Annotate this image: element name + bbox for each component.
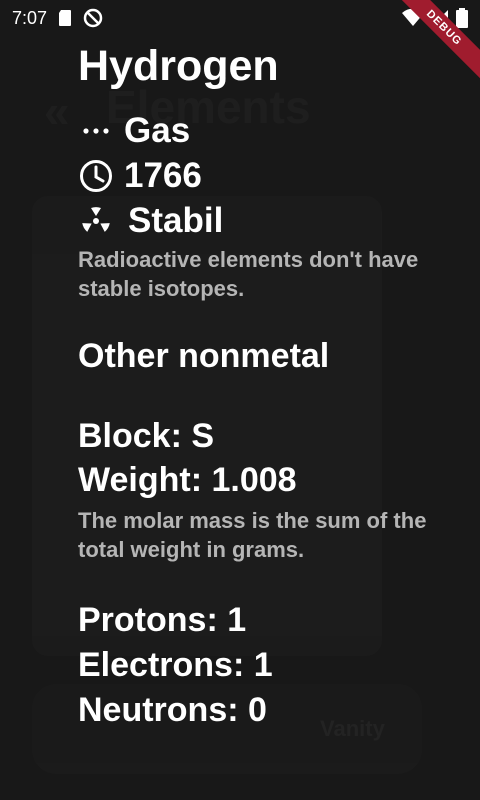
back-icon[interactable]: « xyxy=(44,84,70,138)
sd-card-icon xyxy=(59,10,72,26)
weight-hint: The molar mass is the sum of the total w… xyxy=(78,508,427,562)
element-name: Hydrogen xyxy=(78,42,279,90)
particles-group: Protons: 1 Electrons: 1 Neutrons: 0 xyxy=(78,598,458,733)
discovered-row: 1766 xyxy=(78,153,458,198)
phase-row: Gas xyxy=(78,108,458,153)
category-label: Other nonmetal xyxy=(78,337,330,375)
weight-label: Weight: 1.008 xyxy=(78,461,297,499)
protons-label: Protons: 1 xyxy=(78,601,247,639)
clock-icon xyxy=(78,158,114,194)
block-label: Block: S xyxy=(78,417,215,455)
discovered-value: 1766 xyxy=(124,155,202,195)
stability-hint: Radioactive elements don't have stable i… xyxy=(78,247,419,301)
stability-row: Stabil xyxy=(78,198,458,243)
neutrons-label: Neutrons: 0 xyxy=(78,691,267,729)
battery-icon xyxy=(456,8,468,28)
element-details-panel: Hydrogen Gas 1766 Stabil Radioactive ele… xyxy=(78,36,458,733)
stability-value: Stabil xyxy=(128,200,224,240)
electrons-label: Electrons: 1 xyxy=(78,646,273,684)
more-dots-icon xyxy=(78,113,114,149)
radioactive-icon xyxy=(78,203,114,239)
blocked-icon xyxy=(83,8,103,28)
status-time: 7:07 xyxy=(12,7,48,28)
phase-value: Gas xyxy=(124,110,191,150)
